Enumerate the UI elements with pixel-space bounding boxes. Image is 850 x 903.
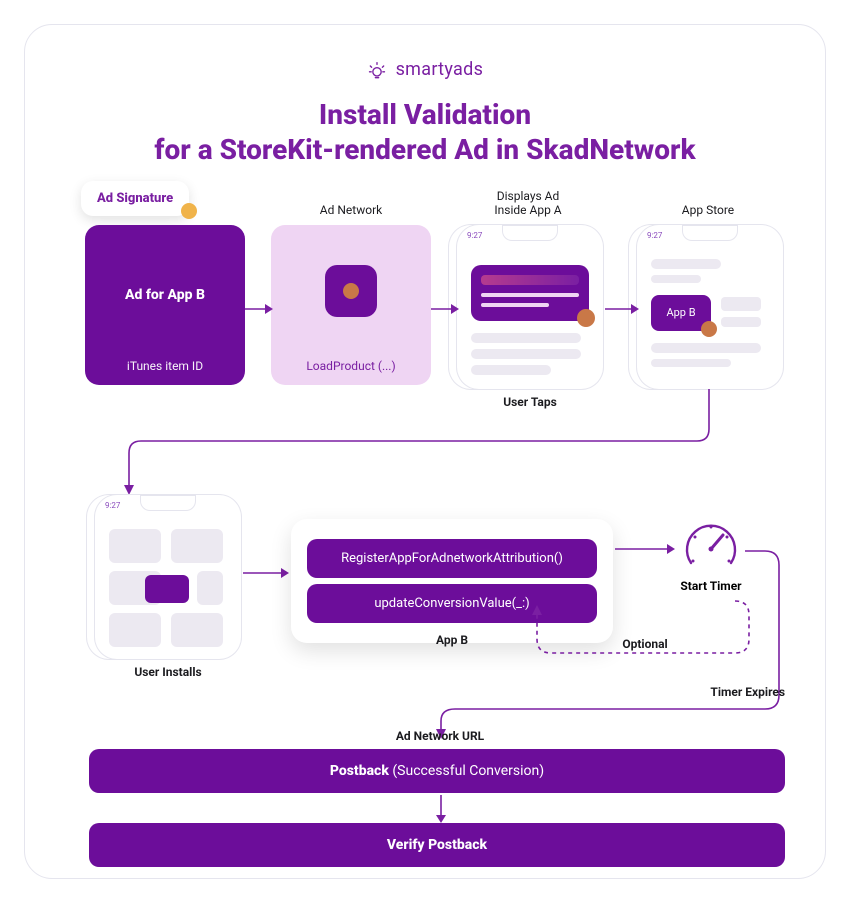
ad-signature-chip: Ad Signature: [81, 181, 189, 216]
arrow-icon: [605, 303, 639, 315]
ad-network-box: LoadProduct (...): [271, 225, 431, 385]
label-ad-network-url: Ad Network URL: [325, 729, 555, 743]
phone-notch-icon: [682, 225, 738, 241]
ad-for-app-b-box: Ad for App B iTunes item ID: [85, 225, 245, 385]
phone-app-a: 9:27: [457, 225, 603, 389]
connector-timer-expires: [425, 545, 785, 735]
in-app-ad: [471, 265, 589, 321]
arrow-icon: [431, 303, 459, 315]
title-line-2: for a StoreKit-rendered Ad in SkadNetwor…: [25, 132, 825, 167]
phone-user-installs: 9:27: [95, 495, 241, 659]
postback-rest: (Successful Conversion): [389, 763, 544, 779]
ad-box-title: Ad for App B: [85, 287, 245, 303]
label-timer-expires: Timer Expires: [625, 685, 785, 699]
phone-time: 9:27: [105, 501, 120, 510]
phone-notch-icon: [140, 495, 196, 511]
arrow-icon: [243, 567, 289, 579]
phone-time: 9:27: [467, 231, 482, 240]
dot-icon: [343, 283, 359, 299]
load-product-fn: LoadProduct (...): [271, 359, 431, 373]
label-user-installs: User Installs: [95, 665, 241, 679]
postback-strong: Postback: [330, 763, 389, 779]
tap-dot-icon: [701, 321, 717, 337]
verify-text: Verify Postback: [387, 837, 487, 853]
ad-box-subtitle: iTunes item ID: [85, 359, 245, 373]
connector-store-to-install: [121, 389, 721, 499]
tap-dot-icon: [577, 309, 595, 327]
label-ad-network: Ad Network: [271, 203, 431, 217]
phone-app-store: 9:27 App B: [637, 225, 783, 389]
phone-notch-icon: [502, 225, 558, 241]
label-displays-ad: Displays Ad Inside App A: [455, 189, 601, 217]
postback-bar: Postback (Successful Conversion): [89, 749, 785, 793]
brand-logo: smartyads: [25, 59, 825, 82]
installed-app-tile: [145, 575, 189, 603]
dot-icon: [181, 203, 197, 219]
arrow-down-icon: [433, 795, 449, 823]
diagram-card: smartyads Install Validation for a Store…: [24, 24, 826, 879]
title-line-1: Install Validation: [25, 97, 825, 132]
ad-signature-text: Ad Signature: [97, 191, 173, 206]
lightbulb-icon: [367, 61, 392, 82]
arrow-icon: [245, 303, 273, 315]
verify-postback-bar: Verify Postback: [89, 823, 785, 867]
store-app-b-tile: App B: [651, 295, 711, 331]
page-title: Install Validation for a StoreKit-render…: [25, 97, 825, 167]
brand-text: smartyads: [396, 59, 484, 80]
ad-creative-icon: [325, 265, 377, 317]
phone-time: 9:27: [647, 231, 662, 240]
label-app-store: App Store: [635, 203, 781, 217]
